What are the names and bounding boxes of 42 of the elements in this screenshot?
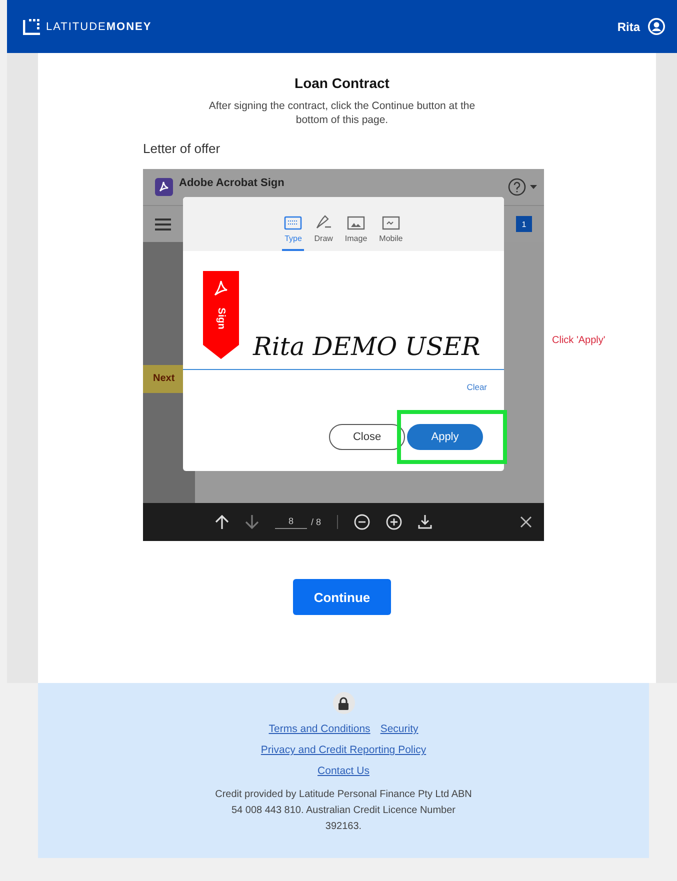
close-icon[interactable] xyxy=(520,516,532,528)
lock-icon xyxy=(332,692,354,714)
footer-link[interactable]: Contact Us xyxy=(318,765,370,777)
signature-tab[interactable]: Image xyxy=(342,197,370,251)
help-icon[interactable] xyxy=(508,178,538,196)
signature-tab[interactable]: Mobile xyxy=(377,197,405,251)
acrobat-logo-icon xyxy=(213,279,229,297)
pen-icon xyxy=(314,214,333,230)
user-avatar-icon[interactable] xyxy=(648,18,665,35)
annotation-text: Click 'Apply' xyxy=(552,334,606,346)
continue-button[interactable]: Continue xyxy=(293,579,391,615)
mobile-icon xyxy=(382,216,400,230)
download-icon[interactable] xyxy=(418,515,432,529)
page-total: / 8 xyxy=(311,517,322,527)
footer-link[interactable]: Privacy and Credit Reporting Policy xyxy=(260,744,426,756)
acrobat-logo-icon xyxy=(155,178,173,196)
footer-link[interactable]: Terms and Conditions xyxy=(268,723,370,735)
image-icon xyxy=(347,216,366,230)
arrow-up-icon[interactable] xyxy=(215,514,229,530)
app-title: Adobe Acrobat Sign xyxy=(179,177,284,189)
user-name: Rita xyxy=(617,20,640,34)
logo-icon xyxy=(23,18,41,34)
signature-tab[interactable]: Draw xyxy=(312,197,335,251)
instruction-text: After signing the contract, click the Continue button at the bottom of this page. xyxy=(208,99,476,127)
footer-link[interactable]: Security xyxy=(380,723,418,735)
brand-name: LATITUDEMONEY xyxy=(46,20,152,32)
credit-text: Credit provided by Latitude Personal Finance Pty Ltd ABN 54 008 443 810. Australian Credit Licence Number 392163. xyxy=(214,788,473,834)
menu-icon[interactable] xyxy=(155,218,171,230)
section-label: Letter of offer xyxy=(143,141,220,156)
zoom-in-icon[interactable] xyxy=(386,514,402,530)
zoom-out-icon[interactable] xyxy=(354,514,370,530)
signature-tab[interactable]: Type xyxy=(282,197,304,251)
typed-signature: Rita DEMO USER xyxy=(253,332,480,363)
keyboard-icon xyxy=(284,216,302,230)
arrow-down-icon[interactable] xyxy=(245,514,259,530)
close-button[interactable]: Close xyxy=(329,424,405,450)
clear-link[interactable]: Clear xyxy=(466,382,487,392)
apply-button[interactable]: Apply xyxy=(407,424,483,450)
sign-ribbon: Sign xyxy=(203,271,239,359)
page-title: Loan Contract xyxy=(294,75,390,91)
page-badge: 1 xyxy=(516,216,532,232)
page-number-field[interactable]: 8 xyxy=(275,516,307,528)
